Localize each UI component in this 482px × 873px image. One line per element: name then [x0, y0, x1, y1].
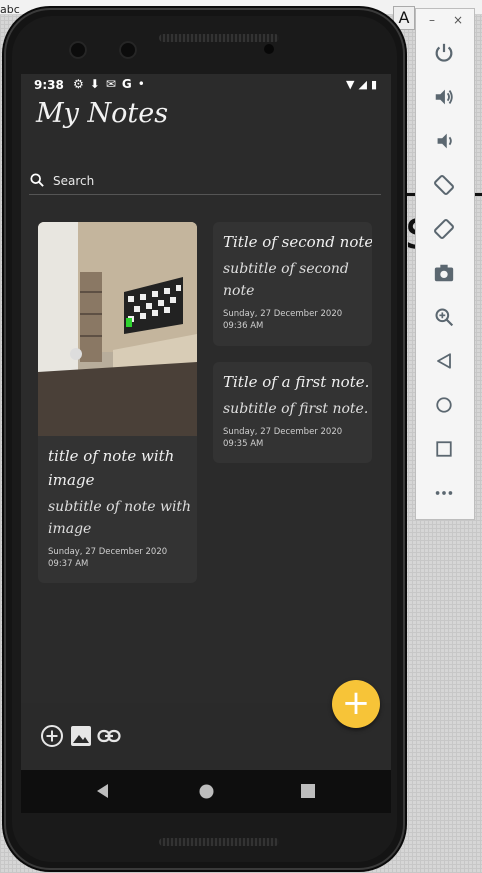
nav-back-icon[interactable]: [95, 783, 111, 799]
power-icon: [435, 43, 453, 62]
note-card[interactable]: Title of a first note. subtitle of first…: [213, 362, 372, 463]
rotate-right-button[interactable]: [430, 215, 458, 243]
search-input[interactable]: Search: [53, 174, 94, 188]
app-screen: 9:38 ⚙⬇✉G• ▼◢▮ My Notes Search title of …: [21, 74, 391, 770]
camera-icon: [434, 264, 454, 282]
room-image: [38, 222, 197, 436]
home-button[interactable]: [430, 391, 458, 419]
emulator-control-panel: – ×: [415, 8, 475, 520]
note-image: [38, 222, 197, 436]
close-icon[interactable]: ×: [453, 13, 463, 27]
volume-down-icon: [437, 133, 452, 149]
front-camera: [69, 41, 87, 59]
status-system-icons: ▼◢▮: [346, 78, 381, 91]
back-icon: [437, 353, 451, 369]
rotate-left-icon: [434, 175, 454, 195]
overview-icon: [436, 441, 452, 457]
more-icon: [435, 491, 453, 495]
note-card[interactable]: title of note with image subtitle of not…: [38, 222, 197, 583]
add-note-button[interactable]: +: [332, 680, 380, 728]
note-date: Sunday, 27 December 2020 09:37 AM: [48, 547, 168, 569]
note-date: Sunday, 27 December 2020 09:35 AM: [223, 427, 343, 449]
download-icon: ⬇: [89, 77, 106, 91]
status-bar: 9:38 ⚙⬇✉G• ▼◢▮: [21, 74, 391, 96]
page-title: My Notes: [36, 98, 169, 129]
search-icon: [30, 173, 44, 187]
note-subtitle: subtitle of second note: [223, 261, 349, 299]
status-notification-icons: ⚙⬇✉G•: [73, 77, 151, 91]
volume-down-button[interactable]: [430, 127, 458, 155]
image-icon[interactable]: [69, 724, 93, 748]
link-icon[interactable]: [97, 724, 121, 748]
mail-icon: ✉: [105, 77, 122, 91]
note-title: Title of a first note.: [223, 373, 370, 391]
dot-icon: •: [137, 77, 151, 91]
minimize-icon[interactable]: –: [429, 13, 435, 27]
search-bar[interactable]: Search: [29, 172, 381, 195]
volume-up-button[interactable]: [430, 83, 458, 111]
front-sensor: [119, 41, 137, 59]
settings-icon: ⚙: [73, 77, 90, 91]
rotate-left-button[interactable]: [430, 171, 458, 199]
more-button[interactable]: [430, 479, 458, 507]
host-toolbar-text: abc: [0, 3, 20, 16]
note-card[interactable]: Title of second note subtitle of second …: [213, 222, 372, 346]
wifi-icon: ▼: [346, 78, 359, 91]
speaker-grille: [159, 838, 279, 846]
zoom-icon: [435, 308, 454, 327]
add-circle-icon[interactable]: [40, 724, 64, 748]
nav-overview-icon[interactable]: [301, 784, 315, 798]
google-icon: G: [121, 77, 138, 91]
note-title: Title of second note: [223, 233, 372, 251]
zoom-button[interactable]: [430, 303, 458, 331]
system-navigation-bar: [21, 770, 391, 813]
plus-icon: +: [341, 683, 371, 723]
nav-home-icon[interactable]: [199, 784, 214, 799]
battery-icon: ▮: [370, 78, 381, 91]
proximity-sensor: [264, 44, 274, 54]
note-subtitle: subtitle of note with image: [48, 499, 192, 537]
note-subtitle: subtitle of first note.: [223, 401, 369, 417]
panel-header: – ×: [416, 9, 474, 35]
note-title: title of note with image: [48, 447, 175, 489]
status-time: 9:38: [34, 78, 64, 92]
home-icon: [436, 397, 452, 413]
signal-icon: ◢: [358, 78, 371, 91]
back-button[interactable]: [430, 347, 458, 375]
power-button[interactable]: [430, 39, 458, 67]
overview-button[interactable]: [430, 435, 458, 463]
note-date: Sunday, 27 December 2020 09:36 AM: [223, 309, 343, 331]
earpiece-grille: [159, 34, 279, 42]
volume-up-icon: [435, 89, 453, 105]
rotate-right-icon: [434, 219, 454, 239]
screenshot-button[interactable]: [430, 259, 458, 287]
